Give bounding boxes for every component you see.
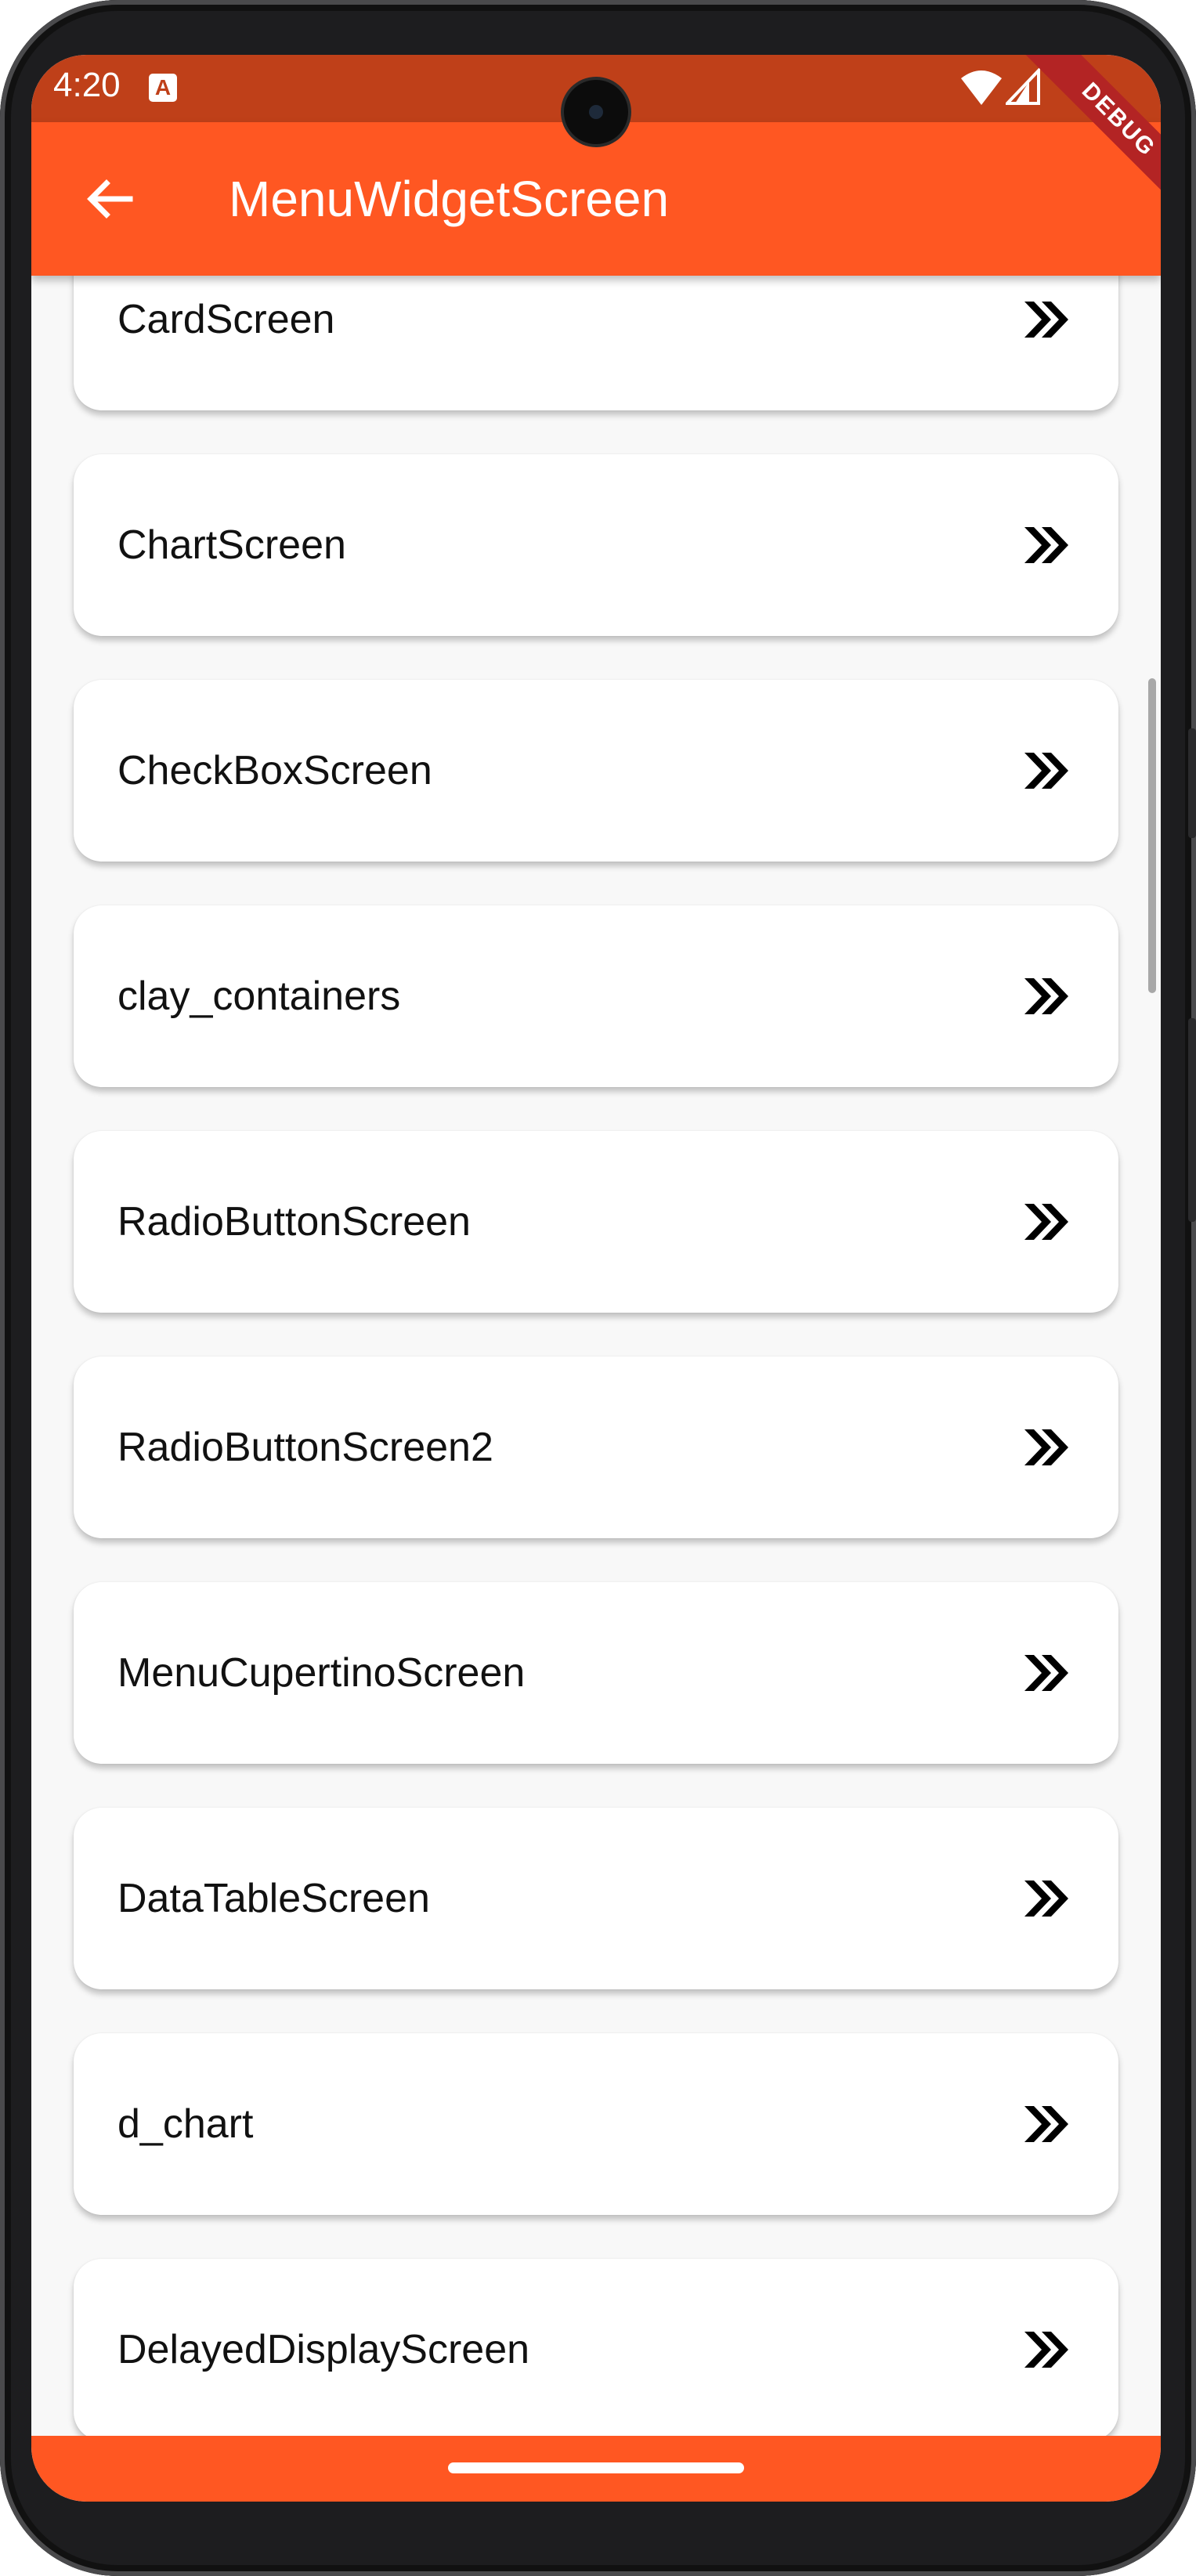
double-chevron-right-icon [1024,527,1068,563]
list-item-label: d_chart [117,2101,254,2147]
double-chevron-right-icon [1024,302,1068,338]
menu-list-content: CardScreen ChartScreen CheckBoxScreen clay_… [31,276,1161,2484]
list-item-label: CardScreen [117,297,335,342]
list-item-label: clay_containers [117,974,401,1019]
double-chevron-right-icon [1024,1429,1068,1465]
double-chevron-right-icon [1024,2106,1068,2142]
phone-frame: 4:20 A DEBUG MenuWidgetScreen CardScreen… [0,0,1196,2576]
double-chevron-right-icon [1024,1881,1068,1917]
list-item[interactable]: RadioButtonScreen [74,1131,1118,1313]
scrollbar[interactable] [1148,678,1156,993]
list-item[interactable]: ChartScreen [74,454,1118,636]
list-item-label: DataTableScreen [117,1876,430,1921]
list-item-label: ChartScreen [117,522,346,568]
signal-icon [1006,67,1040,105]
list-item[interactable]: MenuCupertinoScreen [74,1582,1118,1764]
list-item[interactable]: CheckBoxScreen [74,680,1118,862]
list-item-label: RadioButtonScreen [117,1199,471,1245]
double-chevron-right-icon [1024,2332,1068,2368]
screen: 4:20 A DEBUG MenuWidgetScreen CardScreen… [31,55,1161,2502]
list-item-label: DelayedDisplayScreen [117,2327,530,2372]
arrow-left-icon[interactable] [85,174,135,224]
list-item-label: RadioButtonScreen2 [117,1425,493,1470]
double-chevron-right-icon [1024,978,1068,1014]
double-chevron-right-icon [1024,753,1068,789]
double-chevron-right-icon [1024,1655,1068,1691]
page-title: MenuWidgetScreen [229,171,670,227]
list-item[interactable]: CardScreen [74,276,1118,410]
menu-list[interactable]: CardScreen ChartScreen CheckBoxScreen clay_… [31,276,1161,2491]
list-item[interactable]: clay_containers [74,905,1118,1087]
status-time: 4:20 [53,66,121,104]
notification-a-icon: A [149,74,177,102]
home-indicator[interactable] [448,2462,744,2473]
wifi-icon [961,70,1002,105]
front-camera [564,80,628,144]
list-item[interactable]: d_chart [74,2033,1118,2215]
volume-button [1188,1018,1196,1222]
double-chevron-right-icon [1024,1204,1068,1240]
list-item-label: CheckBoxScreen [117,748,432,793]
navigation-bar [31,2436,1161,2502]
list-item-label: MenuCupertinoScreen [117,1650,526,1696]
list-item[interactable]: DataTableScreen [74,1808,1118,1989]
app-bar: MenuWidgetScreen [31,122,1161,276]
list-item[interactable]: DelayedDisplayScreen [74,2259,1118,2441]
power-button [1188,728,1196,838]
list-item[interactable]: RadioButtonScreen2 [74,1357,1118,1538]
